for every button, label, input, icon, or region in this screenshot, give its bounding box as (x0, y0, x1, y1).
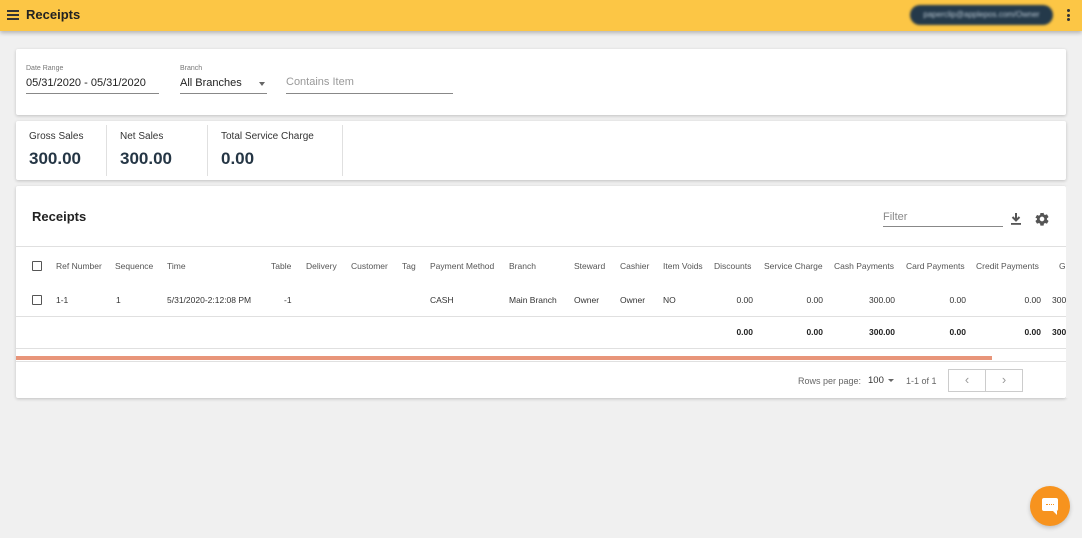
filters-card: Date Range 05/31/2020 - 05/31/2020 Branc… (16, 49, 1066, 115)
stats-card: Gross Sales 300.00 Net Sales 300.00 Tota… (16, 121, 1066, 180)
column-header[interactable]: Service Charge (764, 247, 823, 285)
stat-label: Net Sales (120, 131, 164, 142)
select-all-checkbox[interactable] (32, 261, 42, 271)
cell-cashier: Owner (620, 295, 646, 305)
stat-label: Total Service Charge (221, 131, 314, 142)
user-account-chip[interactable]: paperclip@applepos.com/Owner (910, 5, 1053, 25)
column-header[interactable]: Steward (574, 247, 605, 285)
page-range: 1-1 of 1 (906, 376, 937, 386)
column-header[interactable]: Credit Payments (976, 247, 1039, 285)
row-divider (16, 348, 1066, 349)
top-app-bar: Receipts paperclip@applepos.com/Owner (0, 0, 1082, 31)
contains-item-input[interactable] (286, 76, 446, 88)
more-options-icon[interactable] (1067, 9, 1071, 23)
cell-card-payments: 0.00 (949, 295, 966, 305)
gear-icon[interactable] (1034, 211, 1050, 227)
column-header[interactable]: Sequence (115, 247, 153, 285)
pagination: Rows per page: 100 1-1 of 1 ‹ › (16, 366, 1066, 396)
branch-value[interactable]: All Branches (180, 77, 242, 89)
column-header[interactable]: Gross Sales (1059, 247, 1066, 285)
cell-item-voids: NO (663, 295, 676, 305)
content-edge (1066, 186, 1082, 398)
column-header[interactable]: Cash Payments (834, 247, 894, 285)
column-header[interactable]: Table (271, 247, 291, 285)
cell-ref-number: 1-1 (56, 295, 69, 305)
receipts-title: Receipts (32, 209, 87, 224)
stat-value: 300.00 (120, 149, 172, 168)
date-range-underline (26, 93, 159, 94)
cell-branch: Main Branch (509, 295, 557, 305)
cell-discounts: 0.00 (736, 295, 753, 305)
stat-net-sales: Net Sales 300.00 (107, 125, 208, 176)
total-cash-payments: 300.00 (869, 327, 895, 337)
date-range-label: Date Range (26, 65, 64, 72)
stat-label: Gross Sales (29, 131, 84, 142)
branch-underline (180, 93, 267, 94)
rows-per-page-select[interactable]: 100 (868, 375, 884, 386)
column-header[interactable]: Branch (509, 247, 536, 285)
stat-value: 300.00 (29, 149, 81, 168)
column-header[interactable]: Card Payments (906, 247, 965, 285)
column-header[interactable]: Delivery (306, 247, 337, 285)
total-discounts: 0.00 (736, 327, 753, 337)
column-header[interactable]: Payment Method (430, 247, 494, 285)
date-range-field[interactable]: Date Range 05/31/2020 - 05/31/2020 (26, 65, 159, 95)
chevron-down-icon[interactable] (259, 82, 265, 86)
cell-time: 5/31/2020-2:12:08 PM (167, 295, 252, 305)
column-header[interactable]: Time (167, 247, 186, 285)
table-header-row: Ref Number Sequence Time Table Delivery … (16, 247, 1066, 285)
table-row[interactable]: 1-1 1 5/31/2020-2:12:08 PM -1 CASH Main … (16, 285, 1066, 316)
column-header[interactable]: Item Voids (663, 247, 703, 285)
receipts-card: Receipts Ref Number Sequence Time Table … (16, 186, 1066, 398)
total-card-payments: 0.00 (949, 327, 966, 337)
hamburger-menu-icon[interactable] (7, 10, 19, 20)
cell-table: -1 (284, 295, 292, 305)
download-icon[interactable] (1010, 212, 1022, 226)
table-filter-input[interactable] (883, 208, 1003, 227)
chevron-down-icon[interactable] (888, 379, 894, 382)
totals-row: 0.00 0.00 300.00 0.00 0.00 300.00 (16, 317, 1066, 348)
total-credit-payments: 0.00 (1024, 327, 1041, 337)
cell-gross-sales: 300.00 (1052, 295, 1066, 305)
date-range-value[interactable]: 05/31/2020 - 05/31/2020 (26, 77, 146, 89)
footer-divider (16, 361, 1066, 362)
chat-bubble-icon (1042, 498, 1058, 515)
total-service-charge: 0.00 (806, 327, 823, 337)
cell-sequence: 1 (116, 295, 121, 305)
rows-per-page-label: Rows per page: (798, 376, 862, 386)
cell-credit-payments: 0.00 (1024, 295, 1041, 305)
stat-total-service-charge: Total Service Charge 0.00 (208, 125, 343, 176)
previous-page-button[interactable]: ‹ (948, 369, 986, 392)
app-title: Receipts (26, 7, 81, 22)
column-header[interactable]: Cashier (620, 247, 649, 285)
next-page-button[interactable]: › (985, 369, 1023, 392)
column-header[interactable]: Customer (351, 247, 388, 285)
horizontal-scrollbar[interactable] (16, 356, 992, 360)
cell-cash-payments: 300.00 (869, 295, 895, 305)
branch-label: Branch (180, 65, 203, 72)
column-header[interactable]: Tag (402, 247, 416, 285)
contains-item-underline (286, 93, 453, 94)
cell-service-charge: 0.00 (806, 295, 823, 305)
total-gross-sales: 300.00 (1052, 327, 1066, 337)
column-header[interactable]: Ref Number (56, 247, 102, 285)
column-header[interactable]: Discounts (714, 247, 751, 285)
branch-select[interactable]: Branch All Branches (180, 65, 267, 95)
contains-item-field[interactable] (286, 65, 453, 95)
cell-payment-method: CASH (430, 295, 454, 305)
stat-value: 0.00 (221, 149, 255, 168)
row-checkbox[interactable] (32, 295, 42, 305)
chat-button[interactable] (1030, 486, 1070, 526)
cell-steward: Owner (574, 295, 600, 305)
stat-gross-sales: Gross Sales 300.00 (16, 125, 107, 176)
